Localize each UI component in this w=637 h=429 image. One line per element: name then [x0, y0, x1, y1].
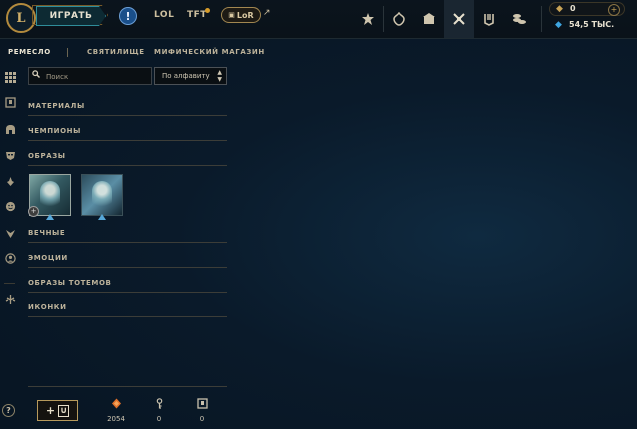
category-eternals[interactable]: ВЕЧНЫЕ — [28, 228, 227, 243]
key-icon — [144, 398, 174, 411]
top-bar: L ИГРАТЬ ! LOL TFT ▣ LoR ↗ ◆ 0 + ◆ 54,5 … — [0, 0, 637, 39]
buy-rp-icon[interactable]: + — [608, 4, 620, 16]
key-stat: 0 — [144, 398, 174, 423]
rail-separator — [4, 283, 15, 284]
blue-essence-icon: ◆ — [555, 20, 562, 30]
play-button[interactable]: ИГРАТЬ — [36, 6, 106, 26]
lor-icon: ▣ — [228, 11, 235, 19]
reroll-badge-icon: + — [28, 206, 39, 217]
clash-icon[interactable] — [353, 0, 383, 38]
chest-stat: 0 — [187, 398, 217, 423]
tab-sanctum[interactable]: СВЯТИЛИЩЕ — [87, 48, 145, 56]
orange-essence-stat: 2054 — [101, 398, 131, 423]
lor-label: LoR — [236, 10, 254, 20]
rp-icon: ◆ — [556, 4, 563, 14]
category-emotes[interactable]: ЭМОЦИИ — [28, 253, 227, 268]
category-ward-skins[interactable]: ОБРАЗЫ ТОТЕМОВ — [28, 278, 227, 293]
rarity-gem-icon — [46, 214, 54, 220]
footer-divider — [28, 386, 227, 387]
league-logo-icon[interactable]: L — [6, 3, 36, 33]
category-label: ИКОНКИ — [28, 303, 67, 311]
tft-link[interactable]: TFT — [187, 10, 207, 20]
store-icon[interactable] — [504, 0, 534, 38]
search-field[interactable] — [28, 67, 152, 85]
search-icon — [32, 70, 40, 81]
ward-icon[interactable] — [2, 173, 18, 189]
mask-icon[interactable] — [2, 147, 18, 163]
sort-dropdown[interactable]: По алфавиту ▲ ▼ — [154, 67, 227, 85]
category-label: МАТЕРИАЛЫ — [28, 102, 85, 110]
profile-circle-icon[interactable] — [2, 250, 18, 266]
lol-link[interactable]: LOL — [154, 10, 174, 20]
grid-icon[interactable] — [2, 69, 18, 85]
nav-separator — [541, 6, 542, 32]
tab-crafting[interactable]: РЕМЕСЛО — [8, 48, 51, 56]
category-label: ЭМОЦИИ — [28, 254, 68, 262]
chevron-updown-icon: ▲ ▼ — [217, 69, 222, 83]
profile-icon[interactable] — [414, 0, 444, 38]
category-champions[interactable]: ЧЕМПИОНЫ — [28, 126, 227, 141]
subnav-divider — [67, 48, 68, 57]
skin-shard-2[interactable] — [81, 174, 123, 220]
loot-icon[interactable] — [444, 0, 474, 38]
chest-icon — [187, 398, 217, 411]
helmet-icon[interactable] — [2, 121, 18, 137]
chest-icon[interactable] — [2, 94, 18, 110]
skin-art — [92, 181, 112, 211]
external-link-icon: ↗ — [263, 8, 271, 18]
chest-value: 0 — [199, 415, 205, 423]
chest-icon: ∪ — [58, 404, 70, 417]
rp-value: 0 — [570, 4, 576, 13]
category-label: ЧЕМПИОНЫ — [28, 127, 81, 135]
rp-row[interactable]: ◆ 0 + — [549, 2, 625, 16]
orange-essence-value: 2054 — [107, 415, 125, 423]
category-skins[interactable]: ОБРАЗЫ — [28, 151, 227, 166]
skin-shard-1[interactable]: + — [28, 174, 71, 220]
skin-art — [40, 181, 60, 211]
collection-icon[interactable] — [474, 0, 504, 38]
be-value: 54,5 ТЫС. — [569, 20, 615, 29]
totem-icon[interactable] — [2, 225, 18, 241]
alert-icon[interactable]: ! — [119, 7, 137, 25]
add-chest-button[interactable]: + ∪ — [37, 400, 78, 421]
help-icon[interactable]: ? — [2, 404, 15, 417]
lor-button[interactable]: ▣ LoR — [221, 7, 261, 23]
category-materials[interactable]: МАТЕРИАЛЫ — [28, 101, 227, 116]
category-label: ВЕЧНЫЕ — [28, 229, 66, 237]
eternals-icon[interactable] — [2, 291, 18, 307]
add-label: + — [45, 404, 56, 417]
category-label: ОБРАЗЫ ТОТЕМОВ — [28, 279, 112, 287]
search-input[interactable] — [44, 69, 152, 84]
rarity-gem-icon — [98, 214, 106, 220]
key-value: 0 — [156, 415, 162, 423]
notification-dot — [205, 8, 210, 13]
emote-icon[interactable] — [2, 198, 18, 214]
tab-mythic-shop[interactable]: МИФИЧЕСКИЙ МАГАЗИН — [154, 48, 265, 56]
sort-label: По алфавиту — [162, 72, 210, 80]
category-label: ОБРАЗЫ — [28, 152, 66, 160]
currency-panel: ◆ 0 + ◆ 54,5 ТЫС. — [549, 1, 625, 33]
orange-essence-icon — [101, 398, 131, 411]
tft-hub-icon[interactable] — [384, 0, 414, 38]
category-icons[interactable]: ИКОНКИ — [28, 302, 227, 317]
